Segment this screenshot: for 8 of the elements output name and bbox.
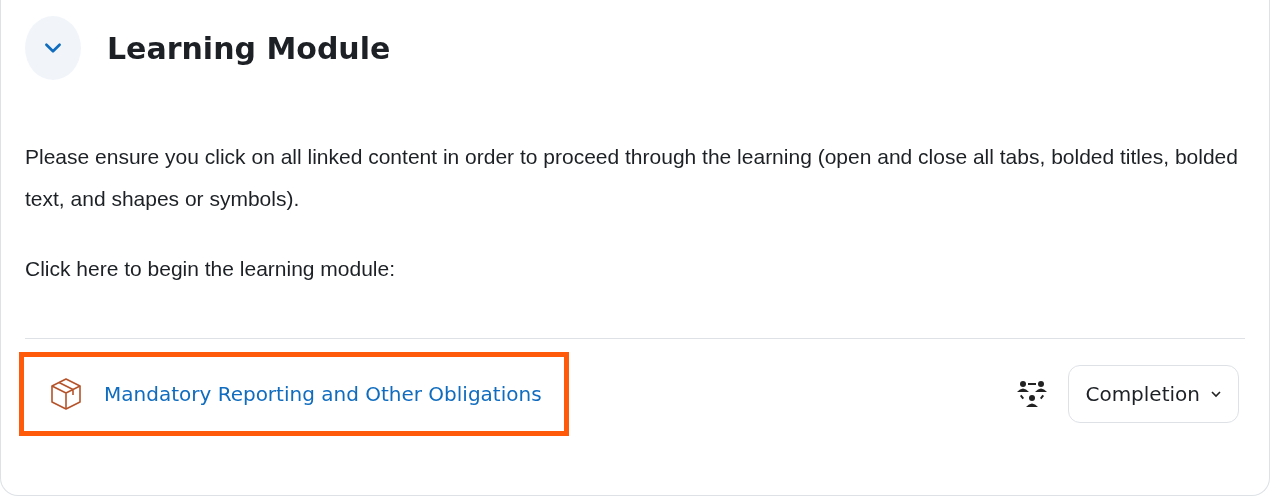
- package-icon: [48, 376, 84, 412]
- paragraph: Click here to begin the learning module:: [25, 256, 397, 282]
- activity-link[interactable]: Mandatory Reporting and Other Obligations: [104, 382, 542, 406]
- group-icon: [1016, 379, 1049, 409]
- completion-dropdown[interactable]: Completion: [1068, 365, 1239, 423]
- paragraph: Please ensure you click on all linked content in order to proceed through the learning (open and close all tabs, bolded titles, bolded text, and shapes or symbols).: [25, 144, 1239, 212]
- section-title: Learning Module: [107, 30, 391, 66]
- caret-icon: [1210, 388, 1222, 400]
